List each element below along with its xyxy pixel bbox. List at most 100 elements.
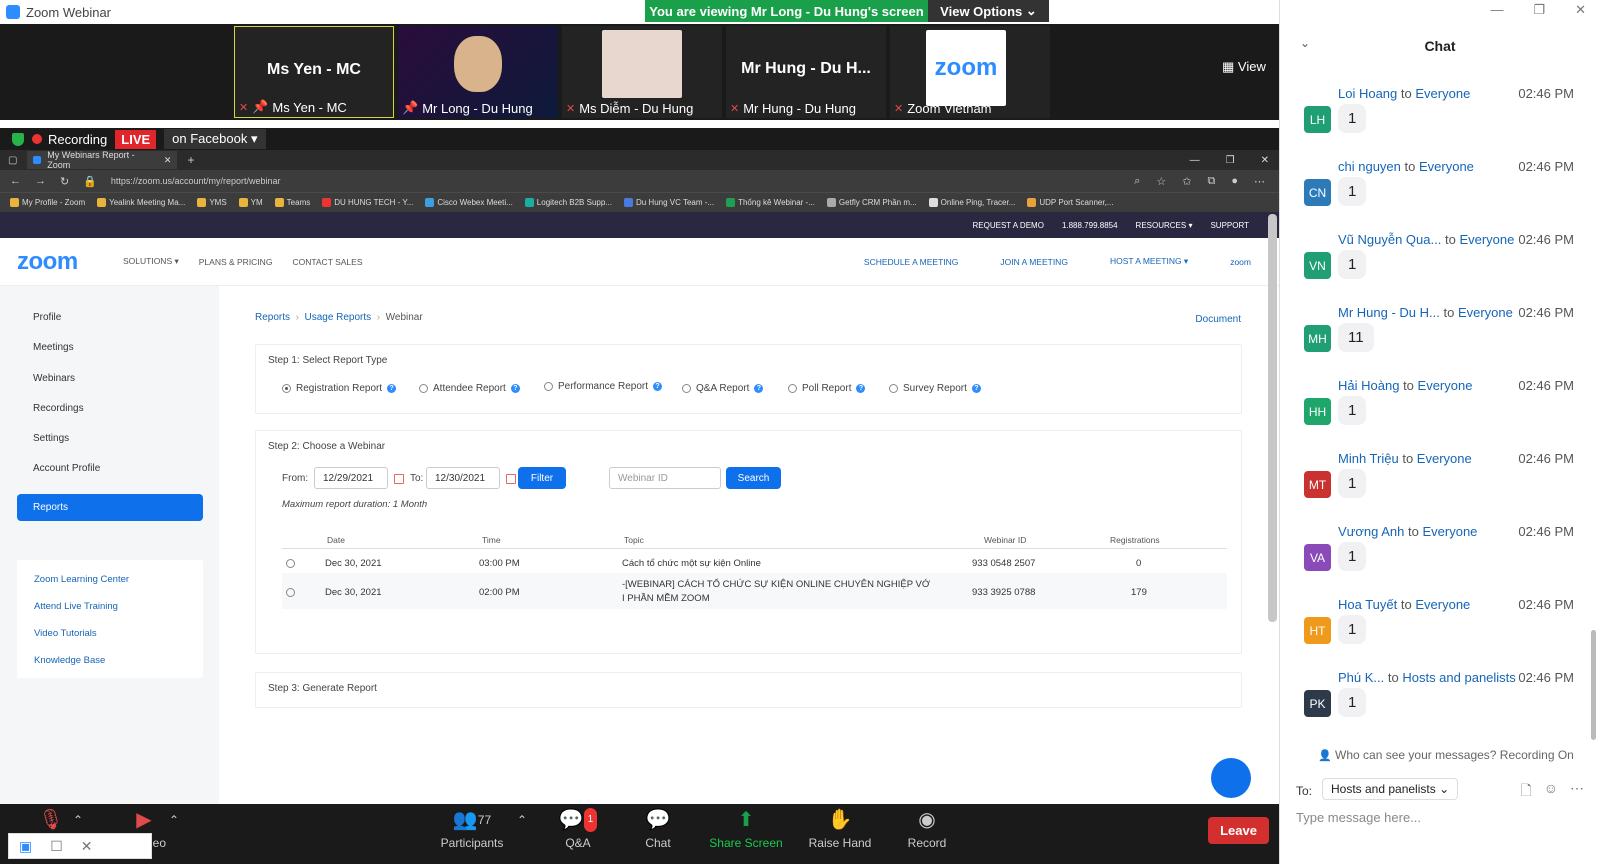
bookmark[interactable]: YMS	[197, 198, 227, 207]
performance-report-radio[interactable]: Performance Report?	[544, 381, 663, 392]
help-icon[interactable]: ?	[754, 384, 764, 393]
new-tab-icon[interactable]: +	[187, 153, 194, 167]
zoom-logo[interactable]: zoom	[17, 248, 103, 276]
bookmark[interactable]: Cisco Webex Meeti...	[425, 198, 513, 207]
bookmark[interactable]: Thống kê Webinar -...	[726, 198, 815, 207]
bookmark[interactable]: Yealink Meeting Ma...	[97, 198, 185, 207]
sidebar-item-recordings[interactable]: Recordings	[33, 403, 84, 414]
live-training-link[interactable]: Attend Live Training	[34, 601, 118, 612]
maximize-icon[interactable]: ☐	[50, 838, 63, 855]
qa-report-radio[interactable]: Q&A Report?	[682, 383, 764, 394]
crumb-reports[interactable]: Reports	[255, 312, 290, 323]
video-options-button[interactable]: ⌃	[166, 808, 182, 832]
live-target-dropdown[interactable]: on Facebook ▾	[164, 129, 266, 149]
minimize-icon[interactable]: —	[1490, 2, 1503, 18]
view-options-button[interactable]: View Options ⌄	[928, 0, 1049, 22]
bookmark[interactable]: Online Ping, Tracer...	[928, 198, 1015, 207]
mute-button[interactable]: 🎙	[36, 808, 66, 832]
account-avatar[interactable]: zoom	[1230, 257, 1251, 267]
row-radio-icon[interactable]	[286, 559, 295, 568]
profile-icon[interactable]: ●	[1231, 175, 1238, 188]
participants-options-button[interactable]: ⌃	[514, 808, 530, 832]
more-icon[interactable]: ⋯	[1570, 780, 1584, 804]
survey-report-radio[interactable]: Survey Report?	[889, 383, 981, 394]
chat-message-input[interactable]: Type message here...	[1296, 810, 1421, 825]
bookmark[interactable]: My Profile - Zoom	[10, 198, 85, 207]
favorite-add-icon[interactable]: ☆	[1156, 175, 1166, 188]
file-icon[interactable]: 🗋	[1520, 780, 1531, 804]
request-demo-link[interactable]: REQUEST A DEMO	[973, 221, 1044, 230]
knowledge-base-link[interactable]: Knowledge Base	[34, 655, 105, 666]
back-icon[interactable]: ←	[10, 175, 21, 187]
video-tile[interactable]: 📌 Mr Long - Du Hung	[398, 26, 558, 118]
sidebar-item-reports[interactable]: Reports	[17, 494, 203, 521]
sidebar-item-account-profile[interactable]: Account Profile	[33, 463, 100, 474]
from-date-input[interactable]: 12/29/2021	[314, 467, 388, 489]
sender-name[interactable]: Hoa Tuyết	[1338, 597, 1397, 612]
bookmark[interactable]: Getfly CRM Phần m...	[826, 198, 917, 207]
chat-recipient-select[interactable]: Hosts and panelists ⌄	[1322, 778, 1459, 800]
calendar-icon[interactable]	[506, 474, 516, 484]
video-tile[interactable]: zoom ✕ Zoom Vietnam	[890, 26, 1050, 118]
sender-name[interactable]: Minh Triệu	[1338, 451, 1399, 466]
sidebar-item-profile[interactable]: Profile	[33, 312, 61, 323]
more-icon[interactable]: ⋯	[1254, 175, 1265, 188]
chat-button[interactable]: 💬 Chat	[640, 808, 676, 850]
to-date-input[interactable]: 12/30/2021	[426, 467, 500, 489]
help-icon[interactable]: ?	[971, 384, 981, 393]
record-button[interactable]: ◉ Record	[902, 808, 952, 850]
forward-icon[interactable]: →	[35, 175, 46, 187]
row-radio-icon[interactable]	[286, 588, 295, 597]
chat-bubble-icon[interactable]	[1211, 758, 1251, 798]
zoom-app-icon[interactable]: ▣	[19, 838, 32, 855]
webinar-id-input[interactable]: Webinar ID	[609, 467, 721, 489]
sender-name[interactable]: Vũ Nguyễn Qua...	[1338, 232, 1441, 247]
favorites-icon[interactable]: ✩	[1182, 175, 1191, 188]
sidebar-item-meetings[interactable]: Meetings	[33, 342, 74, 353]
learning-center-link[interactable]: Zoom Learning Center	[34, 574, 129, 585]
sidebar-item-settings[interactable]: Settings	[33, 433, 69, 444]
leave-button[interactable]: Leave	[1208, 817, 1269, 844]
raise-hand-button[interactable]: ✋ Raise Hand	[804, 808, 876, 850]
collections-icon[interactable]: ⧉	[1207, 175, 1215, 188]
browser-tab[interactable]: My Webinars Report - Zoom ✕	[27, 150, 178, 170]
recording-indicator[interactable]: Recording	[32, 132, 107, 147]
help-icon[interactable]: ?	[856, 384, 866, 393]
url-field[interactable]: https://zoom.us/account/my/report/webina…	[111, 176, 281, 186]
sender-name[interactable]: Mr Hung - Du H...	[1338, 305, 1440, 320]
phone-link[interactable]: 1.888.799.8854	[1062, 221, 1118, 230]
search-button[interactable]: Search	[726, 467, 781, 489]
close-icon[interactable]: ✕	[1261, 155, 1269, 166]
contact-sales-link[interactable]: CONTACT SALES	[292, 257, 362, 267]
calendar-icon[interactable]	[394, 474, 404, 484]
video-tile[interactable]: ✕ Ms Diễm - Du Hung	[562, 26, 722, 118]
bookmark[interactable]: Teams	[274, 198, 310, 207]
filter-button[interactable]: Filter	[518, 467, 566, 489]
video-tile[interactable]: Mr Hung - Du H... ✕ Mr Hung - Du Hung	[726, 26, 886, 118]
sender-name[interactable]: Vương Anh	[1338, 524, 1404, 539]
audio-options-button[interactable]: ⌃	[70, 808, 86, 832]
bookmark[interactable]: Logitech B2B Supp...	[524, 198, 612, 207]
attendee-report-radio[interactable]: Attendee Report?	[419, 383, 520, 394]
share-screen-button[interactable]: ⬆ Share Screen	[708, 808, 784, 850]
close-icon[interactable]: ✕	[81, 838, 93, 855]
minimize-icon[interactable]: —	[1190, 155, 1200, 166]
chat-scrollbar[interactable]	[1591, 630, 1596, 740]
join-meeting-link[interactable]: JOIN A MEETING	[1000, 257, 1068, 267]
sender-name[interactable]: chi nguyen	[1338, 159, 1401, 174]
host-meeting-menu[interactable]: HOST A MEETING ▾	[1110, 256, 1188, 267]
view-button[interactable]: ▦ View	[1222, 59, 1266, 75]
document-link[interactable]: Document	[1195, 314, 1241, 325]
bookmark[interactable]: UDP Port Scanner,...	[1027, 198, 1113, 207]
bookmark[interactable]: DU HUNG TECH - Y...	[322, 198, 413, 207]
video-tutorials-link[interactable]: Video Tutorials	[34, 628, 97, 639]
sidebar-item-webinars[interactable]: Webinars	[33, 373, 75, 384]
close-icon[interactable]: ✕	[1575, 2, 1586, 18]
reload-icon[interactable]: ↻	[60, 175, 69, 188]
restore-icon[interactable]: ❐	[1226, 155, 1235, 166]
close-tab-icon[interactable]: ✕	[164, 155, 172, 166]
qa-button[interactable]: 💬 1 Q&A	[558, 808, 598, 850]
zoom-page-icon[interactable]: ⌕	[1134, 175, 1140, 188]
tab-actions-icon[interactable]: ▢	[8, 155, 17, 166]
support-link[interactable]: SUPPORT	[1210, 221, 1249, 230]
